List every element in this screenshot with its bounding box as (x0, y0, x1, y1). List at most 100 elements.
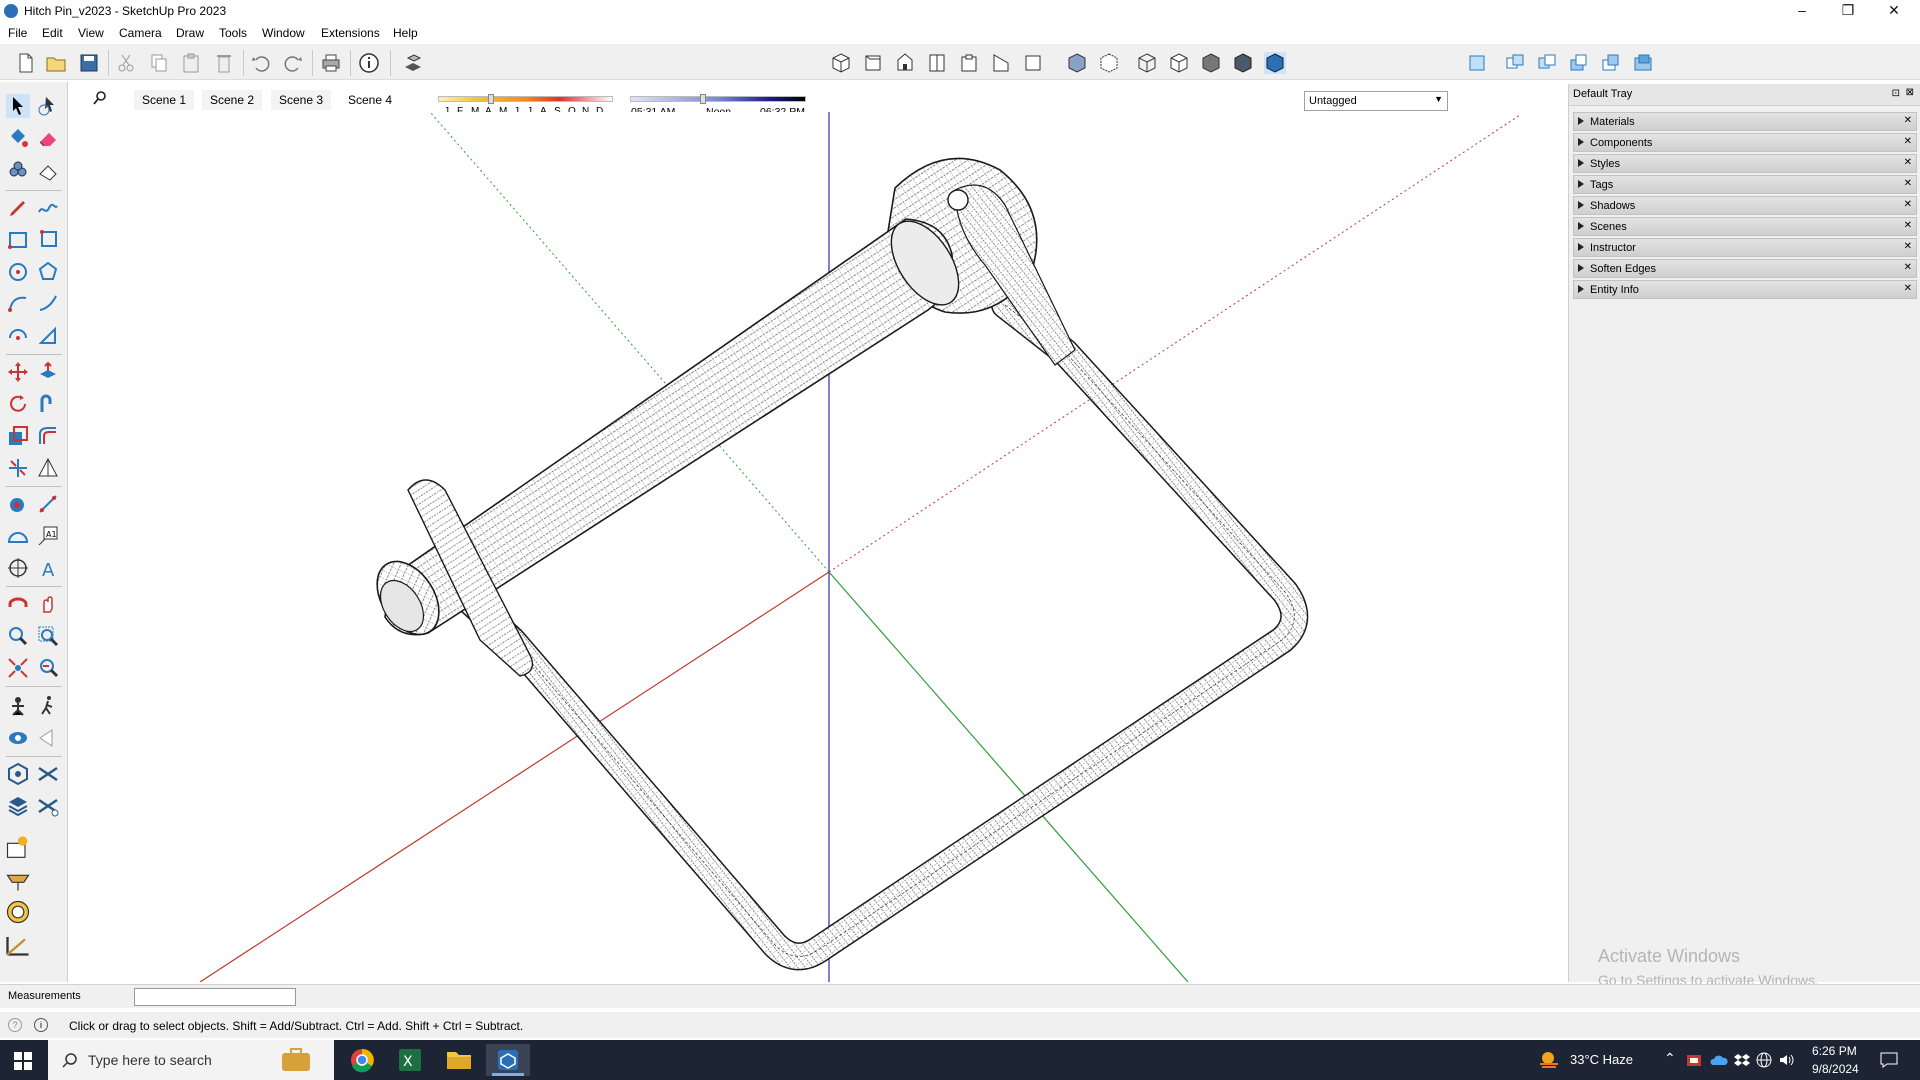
zoom-icon[interactable] (6, 624, 30, 648)
section-cut-face-icon[interactable] (1632, 52, 1654, 74)
excel-icon[interactable]: X (388, 1044, 432, 1076)
tab-scene-2[interactable]: Scene 2 (202, 90, 263, 110)
flip-icon[interactable] (6, 456, 30, 480)
close-panel-icon[interactable]: ✕ (1904, 199, 1912, 210)
paint-bucket-icon[interactable] (6, 126, 30, 150)
eraser-icon[interactable] (36, 126, 60, 150)
bottom-view-icon[interactable] (1022, 52, 1044, 74)
close-tray-icon[interactable]: ⊠ (1906, 87, 1914, 98)
axes-icon[interactable] (6, 556, 30, 580)
protractor-icon[interactable] (6, 524, 30, 548)
push-pull-icon[interactable] (36, 360, 60, 384)
file-explorer-icon[interactable] (437, 1044, 481, 1076)
move-icon[interactable] (6, 360, 30, 384)
save-icon[interactable] (78, 52, 100, 74)
close-panel-icon[interactable]: ✕ (1904, 157, 1912, 168)
pie-icon[interactable] (36, 324, 60, 348)
security-tray-icon[interactable] (1686, 1052, 1702, 1068)
left-view-icon[interactable] (990, 52, 1012, 74)
tape-measure-icon[interactable] (6, 492, 30, 516)
clock-time[interactable]: 6:26 PM (1812, 1044, 1857, 1058)
model-info-icon[interactable] (358, 52, 380, 74)
sketchup-taskbar-icon[interactable] (486, 1044, 530, 1076)
pan-icon[interactable] (36, 592, 60, 616)
menu-help[interactable]: Help (393, 26, 418, 40)
three-point-arc-icon[interactable] (6, 324, 30, 348)
look-around-icon[interactable] (6, 726, 30, 750)
section-layers-icon[interactable] (1600, 52, 1622, 74)
tab-scene-1[interactable]: Scene 1 (134, 90, 195, 110)
layout-icon[interactable] (6, 794, 30, 818)
modeling-viewport[interactable] (70, 112, 1562, 982)
rotate-icon[interactable] (6, 392, 30, 416)
solid-tools-icon[interactable] (36, 456, 60, 480)
tray-panel-materials[interactable]: Materials ✕ (1573, 112, 1917, 131)
geo-location-icon[interactable]: ? (8, 1018, 22, 1032)
windows-start-icon[interactable] (14, 1052, 32, 1070)
shaded-icon[interactable] (1200, 52, 1222, 74)
cut-icon[interactable] (115, 52, 137, 74)
text-tool-icon[interactable]: A1 (36, 524, 60, 548)
menu-window[interactable]: Window (262, 26, 305, 40)
pin-tray-icon[interactable]: ⊡ (1892, 88, 1900, 99)
menu-view[interactable]: View (78, 26, 104, 40)
volume-icon[interactable] (1778, 1052, 1794, 1068)
top-view-icon[interactable] (862, 52, 884, 74)
measurements-input[interactable] (134, 988, 296, 1006)
menu-camera[interactable]: Camera (119, 26, 162, 40)
close-panel-icon[interactable]: ✕ (1904, 136, 1912, 147)
previous-view-icon[interactable] (36, 656, 60, 680)
freehand-icon[interactable] (36, 196, 60, 220)
weather-haze-icon[interactable] (1538, 1050, 1560, 1070)
tray-panel-soften-edges[interactable]: Soften Edges ✕ (1573, 259, 1917, 278)
orbit-icon[interactable] (6, 592, 30, 616)
offset-icon[interactable] (36, 424, 60, 448)
close-panel-icon[interactable]: ✕ (1904, 262, 1912, 273)
zoom-extents-icon[interactable] (6, 656, 30, 680)
chevron-up-icon[interactable]: ⌃ (1664, 1050, 1676, 1067)
section-plane-icon[interactable] (1466, 52, 1488, 74)
tray-panel-instructor[interactable]: Instructor ✕ (1573, 238, 1917, 257)
close-panel-icon[interactable]: ✕ (1904, 220, 1912, 231)
undo-icon[interactable] (250, 52, 272, 74)
chrome-icon[interactable] (340, 1044, 384, 1076)
copy-icon[interactable] (148, 52, 170, 74)
tab-scene-4[interactable]: Scene 4 (340, 90, 401, 110)
xray-icon[interactable] (1066, 52, 1088, 74)
restore-button[interactable]: ❐ (1826, 0, 1870, 22)
polygon-icon[interactable] (36, 260, 60, 284)
3d-text-icon[interactable]: A (36, 556, 60, 580)
back-view-icon[interactable] (958, 52, 980, 74)
zoom-window-icon[interactable] (36, 624, 60, 648)
notifications-icon[interactable] (1880, 1052, 1898, 1068)
print-icon[interactable] (320, 52, 342, 74)
monochrome-icon[interactable] (1264, 52, 1286, 74)
front-view-icon[interactable] (894, 52, 916, 74)
display-section-planes-icon[interactable] (1504, 52, 1526, 74)
open-folder-icon[interactable] (45, 52, 67, 74)
display-section-cuts-icon[interactable] (1536, 52, 1558, 74)
3d-warehouse-icon[interactable] (6, 762, 30, 786)
model-canvas[interactable] (70, 112, 1562, 982)
menu-edit[interactable]: Edit (42, 26, 63, 40)
menu-draw[interactable]: Draw (176, 26, 204, 40)
info-icon[interactable]: i (34, 1018, 48, 1032)
tray-panel-shadows[interactable]: Shadows ✕ (1573, 196, 1917, 215)
line-pencil-icon[interactable] (6, 196, 30, 220)
circle-icon[interactable] (6, 260, 30, 284)
redo-icon[interactable] (282, 52, 304, 74)
dimension-icon[interactable] (36, 492, 60, 516)
tag-tool-icon[interactable] (6, 160, 30, 184)
menu-file[interactable]: File (8, 26, 27, 40)
onedrive-icon[interactable] (1710, 1052, 1728, 1068)
extension-warehouse-icon[interactable] (36, 762, 60, 786)
dynamic-components-icon[interactable] (4, 898, 32, 926)
tray-panel-scenes[interactable]: Scenes ✕ (1573, 217, 1917, 236)
tab-scene-3[interactable]: Scene 3 (271, 90, 332, 110)
walk-icon[interactable] (36, 694, 60, 718)
arc-icon[interactable] (6, 292, 30, 316)
close-button[interactable]: ✕ (1872, 0, 1916, 22)
tag-eraser-icon[interactable] (36, 160, 60, 184)
iso-view-icon[interactable] (830, 52, 852, 74)
lasso-select-icon[interactable] (36, 94, 60, 118)
